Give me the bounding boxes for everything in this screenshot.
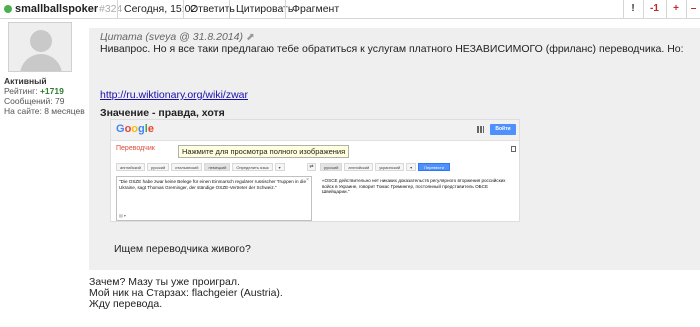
user-profile-info: Активный Рейтинг: +1719 Сообщений: 79 На… bbox=[4, 76, 85, 116]
author-name[interactable]: smallballspoker bbox=[15, 3, 98, 15]
mobile-icon bbox=[511, 146, 516, 152]
source-language-bar: английский русский итальянский немецкий … bbox=[116, 163, 285, 171]
lang-english: английский bbox=[116, 163, 145, 171]
quote-text: Нивапрос. Но я все таки предлагаю тебе о… bbox=[100, 43, 684, 55]
post-body: Зачем? Мазу ты уже проиграл. Мой ник на … bbox=[89, 277, 283, 310]
image-tooltip: Нажмите для просмотра полного изображени… bbox=[178, 145, 350, 158]
post-header: smallballspoker #324 Сегодня, 15:02 Отве… bbox=[0, 0, 700, 19]
lang-ukrainian-target: украинский bbox=[375, 163, 405, 171]
avatar-body-shape bbox=[20, 54, 62, 71]
rating-label: Рейтинг: bbox=[4, 86, 38, 96]
keyboard-icon: ▤ ▾ bbox=[119, 213, 126, 219]
dst-lang-dropdown: ▾ bbox=[406, 163, 417, 171]
post-line: Жду перевода. bbox=[89, 298, 163, 310]
lang-russian: русский bbox=[146, 163, 170, 171]
translate-button: Перевести bbox=[418, 163, 450, 171]
quote-author: Цитата (sveya @ 31.8.2014) bbox=[100, 31, 243, 43]
translated-text: «OSCE действительно нет никаких доказате… bbox=[322, 178, 506, 195]
swap-languages-icon: ⇄ bbox=[307, 163, 316, 171]
lang-russian-target: русский bbox=[320, 163, 343, 171]
online-status-icon bbox=[4, 5, 12, 13]
report-button[interactable]: ! bbox=[623, 0, 642, 19]
embedded-translate-screenshot[interactable]: Google Войти Переводчик Нажмите для прос… bbox=[110, 119, 520, 222]
lang-english-target: английский bbox=[344, 163, 374, 171]
vote-up-button[interactable]: + bbox=[666, 0, 685, 19]
lang-detect: Определить язык bbox=[232, 163, 273, 171]
apps-grid-icon bbox=[477, 126, 484, 133]
vote-down-button[interactable]: – bbox=[686, 0, 700, 19]
fragment-button[interactable]: Фрагмент bbox=[285, 0, 345, 19]
avatar-head-shape bbox=[30, 30, 52, 52]
target-language-bar: русский английский украинский ▾ Перевест… bbox=[320, 163, 450, 171]
lang-german: немецкий bbox=[204, 163, 231, 171]
google-logo: Google bbox=[116, 123, 154, 135]
quote-bold-text: Значение - правда, хотя bbox=[100, 107, 225, 119]
google-signin-button: Войти bbox=[490, 124, 516, 135]
lang-italian: итальянский bbox=[171, 163, 203, 171]
source-text: "Die OSZE habe zwar keine Belege für ein… bbox=[119, 179, 307, 190]
user-rating: Рейтинг: +1719 bbox=[4, 86, 85, 96]
quote-header: Цитата (sveya @ 31.8.2014) ⬈ bbox=[100, 31, 255, 43]
clear-icon: × bbox=[306, 177, 309, 183]
translated-text-area: «OSCE действительно нет никаких доказате… bbox=[320, 176, 516, 221]
wiktionary-link[interactable]: http://ru.wiktionary.org/wiki/zwar bbox=[100, 89, 248, 101]
google-top-bar: Google Войти bbox=[111, 120, 519, 141]
user-status: Активный bbox=[4, 76, 47, 86]
rating-value[interactable]: -1 bbox=[643, 0, 665, 19]
quote-bottom-text: Ищем переводчика живого? bbox=[114, 243, 251, 255]
time-on-site: На сайте: 8 месяцев bbox=[4, 106, 85, 116]
src-lang-dropdown: ▾ bbox=[274, 163, 285, 171]
rating-number: +1719 bbox=[39, 86, 64, 96]
avatar[interactable] bbox=[8, 22, 72, 72]
source-text-area: "Die OSZE habe zwar keine Belege für ein… bbox=[116, 176, 312, 221]
message-count: Сообщений: 79 bbox=[4, 96, 65, 106]
pin-icon[interactable]: ⬈ bbox=[246, 31, 255, 43]
translator-title: Переводчик bbox=[116, 145, 155, 152]
author[interactable]: smallballspoker bbox=[4, 3, 98, 15]
